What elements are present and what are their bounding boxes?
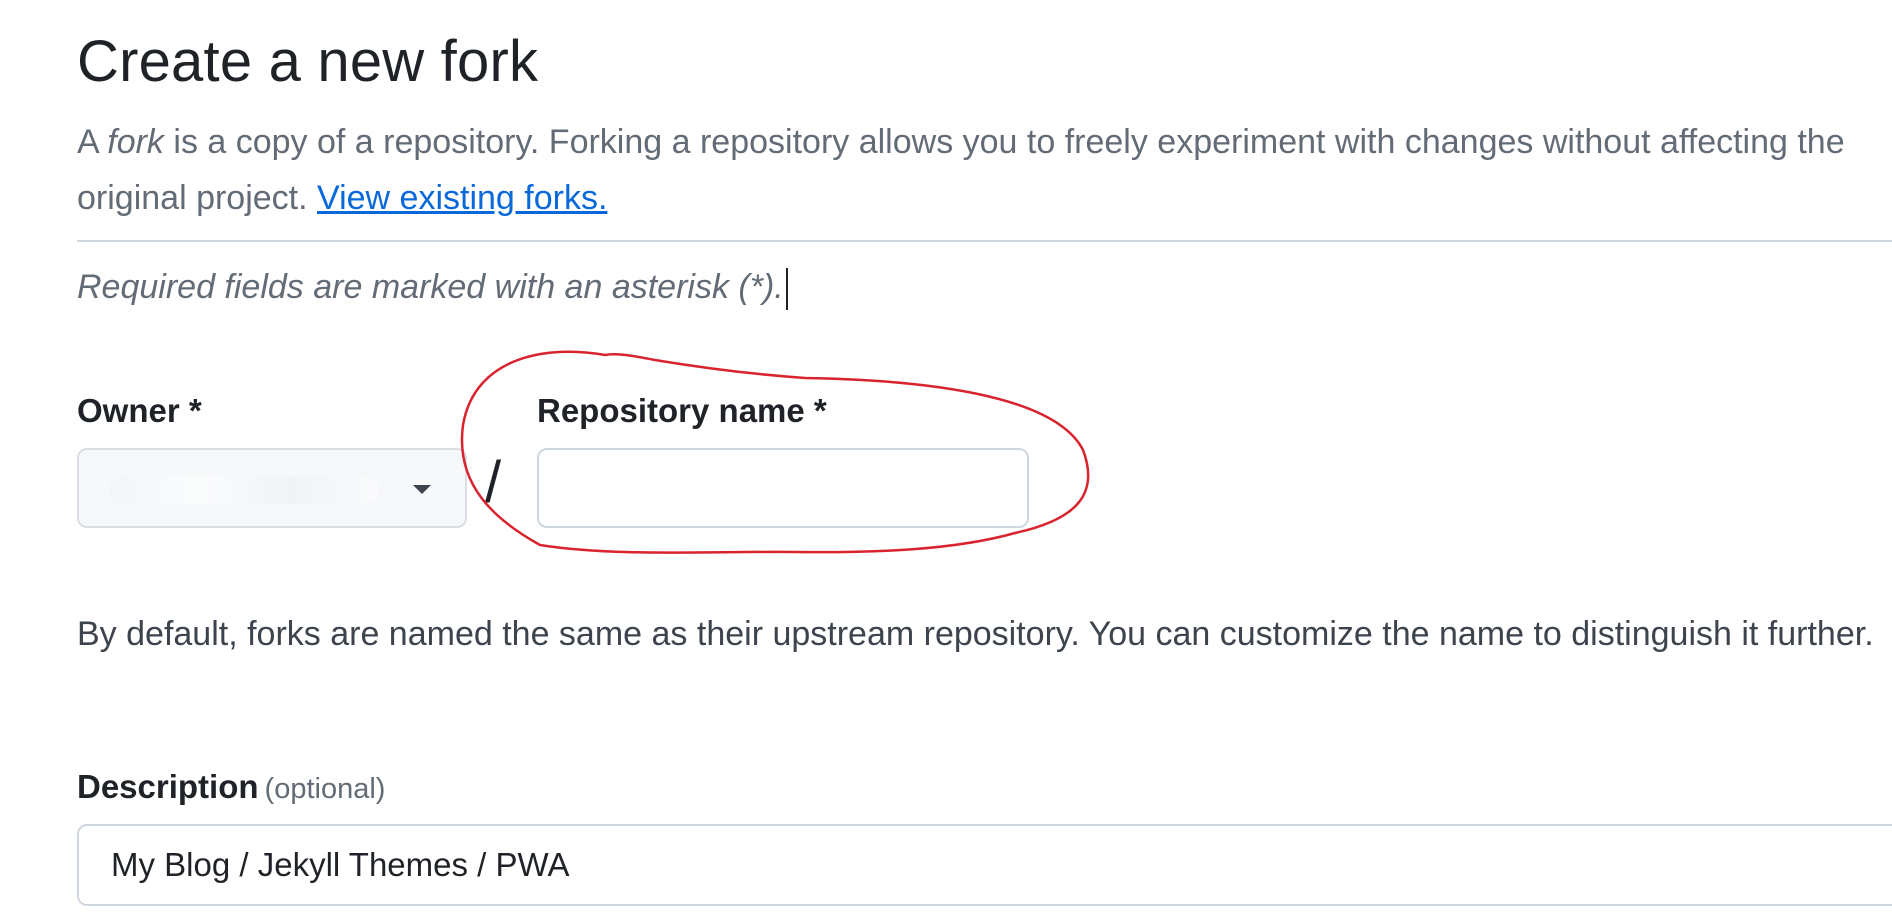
owner-repo-separator: /: [485, 450, 502, 515]
fork-page: Create a new fork A fork is a copy of a …: [0, 0, 1892, 918]
owner-select[interactable]: [77, 448, 467, 528]
triangle-down-icon: [413, 485, 431, 494]
page-title: Create a new fork: [77, 29, 539, 94]
intro-text: A fork is a copy of a repository. Forkin…: [77, 114, 1867, 226]
owner-label: Owner *: [77, 392, 202, 429]
text-cursor: [785, 268, 788, 311]
required-fields-note: Required fields are marked with an aster…: [77, 268, 788, 311]
repository-name-input[interactable]: [537, 448, 1029, 528]
description-label-text: Description: [77, 768, 259, 805]
section-divider: [77, 240, 1892, 242]
intro-fork-emphasis: fork: [107, 123, 164, 161]
fork-naming-help-text: By default, forks are named the same as …: [77, 615, 1874, 653]
view-existing-forks-link[interactable]: View existing forks.: [317, 179, 607, 217]
required-fields-note-text: Required fields are marked with an aster…: [77, 268, 784, 306]
description-input[interactable]: [77, 824, 1892, 906]
repository-name-label: Repository name *: [537, 392, 827, 429]
intro-text-before: A: [77, 123, 108, 161]
description-optional-hint: (optional): [264, 773, 386, 805]
description-label: Description (optional): [77, 768, 385, 806]
owner-value-redacted: [109, 476, 379, 504]
